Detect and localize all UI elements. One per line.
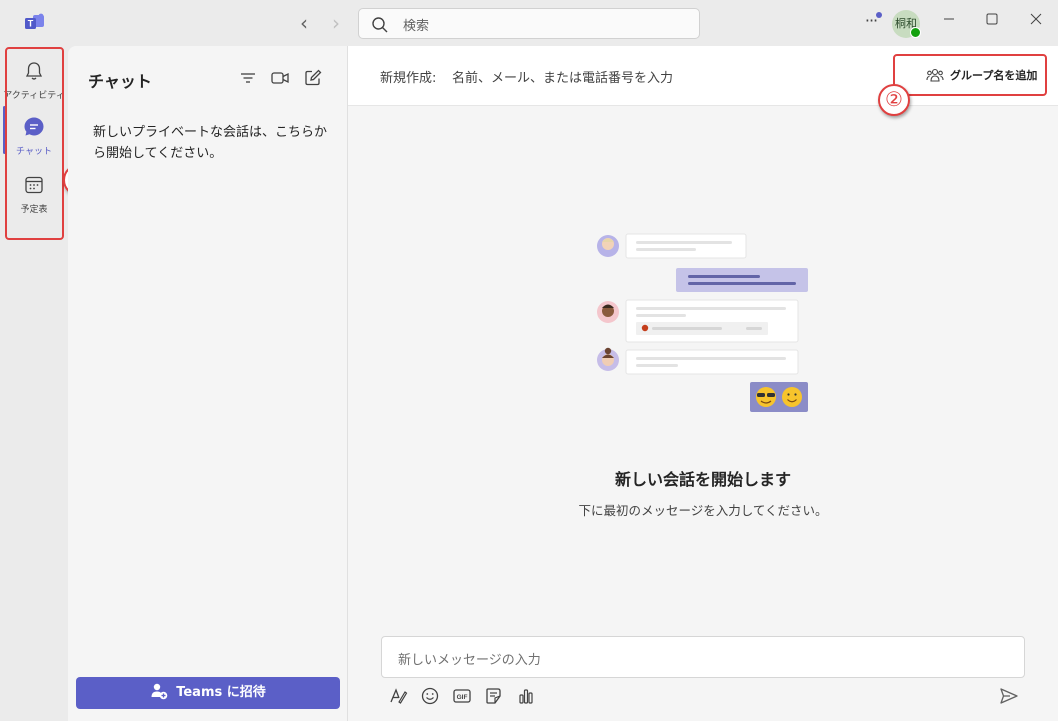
sunglasses-emoji-icon	[756, 387, 776, 407]
illus-avatar-2	[597, 301, 619, 323]
start-conversation-title: 新しい会話を開始します	[614, 470, 791, 489]
main-pane: 新規作成: 名前、メール、または電話番号を入力 グループ名を追加 新しい会話を開…	[348, 46, 1058, 721]
format-icon[interactable]	[388, 686, 408, 706]
minimize-icon[interactable]	[934, 10, 964, 34]
message-input[interactable]: 新しいメッセージの入力	[398, 649, 541, 668]
invite-button-label: Teams に招待	[176, 685, 266, 700]
new-chat-icon[interactable]	[303, 68, 323, 88]
callout-number-2: ②	[878, 84, 910, 116]
forward-arrow-icon[interactable]: ›	[326, 12, 346, 34]
svg-text:GIF: GIF	[457, 694, 468, 701]
illus-avatar-1	[597, 235, 619, 257]
notification-dot	[876, 12, 882, 18]
illus-avatar-3	[597, 347, 619, 371]
maximize-icon[interactable]	[977, 10, 1007, 34]
svg-text:T: T	[28, 19, 34, 29]
callout-box-1	[5, 47, 64, 240]
teams-logo-icon: T	[25, 13, 44, 29]
send-icon[interactable]	[998, 686, 1020, 706]
add-person-icon	[151, 683, 168, 700]
title-bar: T ‹ › 検索 ··· 桐和	[0, 0, 1058, 46]
conversation-illustration	[597, 233, 808, 412]
to-label: 新規作成:	[380, 71, 437, 86]
emoji-icon[interactable]	[420, 686, 440, 706]
close-icon[interactable]	[1021, 10, 1051, 34]
chat-list-pane: チャット 新しいプライベートな会話は、こちらから開始してください。 Teams …	[68, 46, 348, 721]
presence-available-icon	[910, 27, 921, 38]
back-arrow-icon[interactable]: ‹	[294, 12, 314, 34]
gif-icon[interactable]: GIF	[452, 686, 472, 706]
smile-emoji-icon	[782, 387, 802, 407]
empty-state-text: 新しいプライベートな会話は、こちらから開始してください。	[93, 125, 328, 161]
search-input[interactable]: 検索	[403, 15, 429, 34]
poll-icon[interactable]	[516, 686, 536, 706]
pane-title: チャット	[88, 72, 152, 91]
recipient-input[interactable]: 名前、メール、または電話番号を入力	[452, 67, 673, 86]
start-conversation-subtitle: 下に最初のメッセージを入力してください。	[578, 503, 828, 518]
search-icon	[372, 17, 388, 33]
sticker-icon[interactable]	[484, 686, 504, 706]
search-bar[interactable]: 検索	[358, 8, 700, 39]
callout-box-2	[893, 54, 1047, 96]
video-call-icon[interactable]	[270, 68, 290, 88]
invite-to-teams-button[interactable]: Teams に招待	[76, 677, 340, 709]
message-composer[interactable]: 新しいメッセージの入力	[381, 636, 1025, 678]
filter-icon[interactable]	[238, 68, 258, 88]
